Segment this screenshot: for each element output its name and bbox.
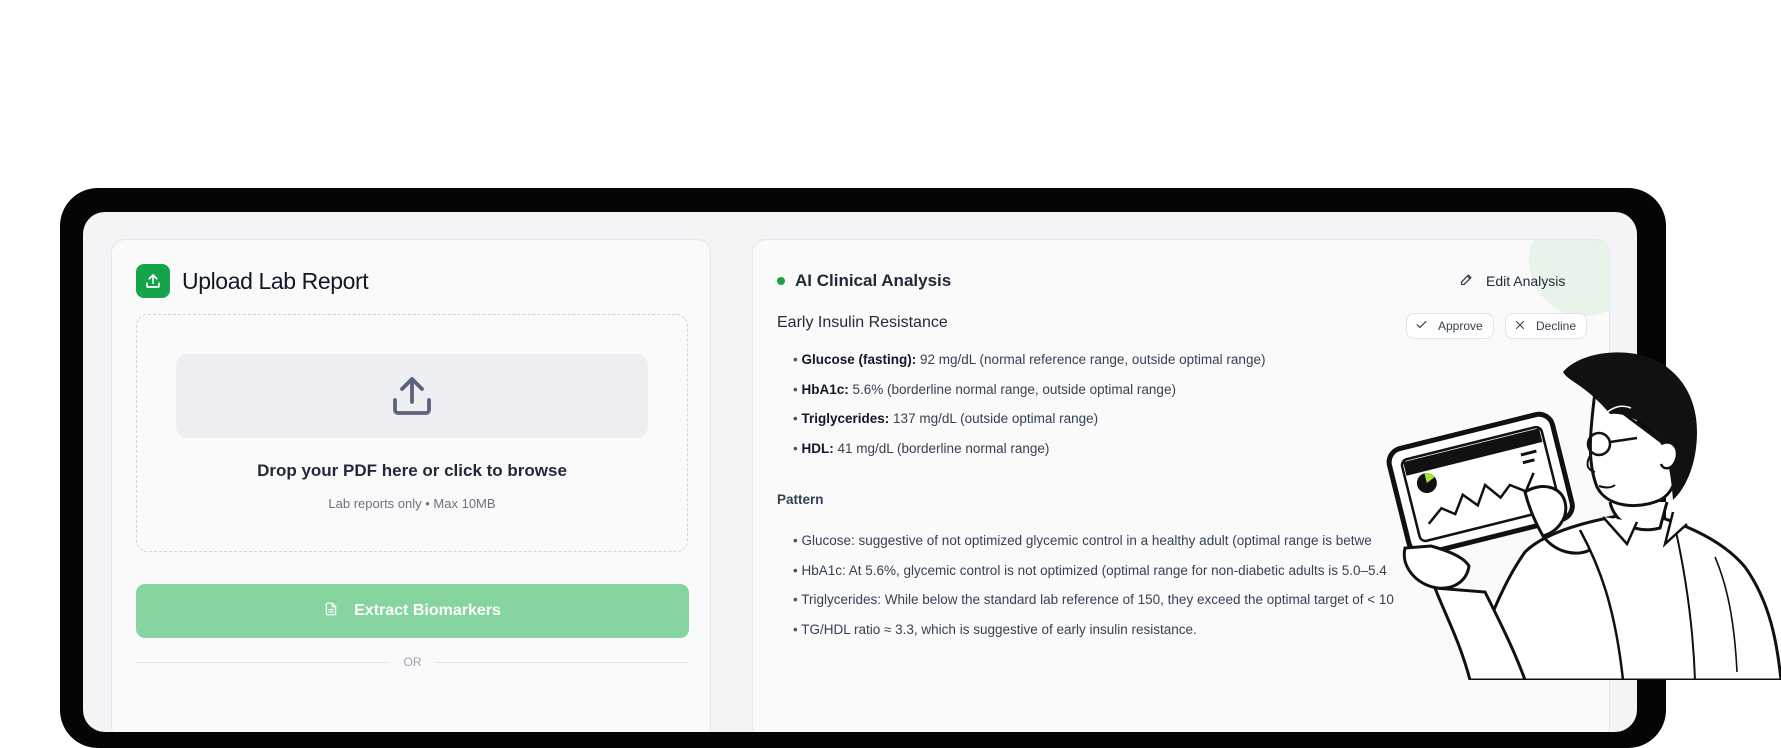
edit-analysis-button[interactable]: Edit Analysis (1453, 267, 1571, 295)
or-label: OR (403, 655, 422, 669)
or-divider: OR (136, 652, 689, 672)
doctor-with-tablet-illustration (1386, 352, 1781, 680)
pattern-heading: Pattern (777, 492, 824, 507)
dropzone-heading: Drop your PDF here or click to browse (257, 461, 567, 480)
analysis-title: AI Clinical Analysis (795, 271, 952, 290)
biomarker-value: 5.6% (borderline normal range, outside o… (852, 381, 1176, 397)
biomarker-item: Glucose (fasting): 92 mg/dL (normal refe… (793, 351, 1265, 381)
divider-line (136, 661, 390, 663)
biomarker-list: Glucose (fasting): 92 mg/dL (normal refe… (793, 351, 1265, 469)
biomarker-item: HbA1c: 5.6% (borderline normal range, ou… (793, 381, 1265, 411)
biomarker-value: 137 mg/dL (outside optimal range) (893, 411, 1099, 426)
divider-line (435, 661, 689, 663)
condition-title: Early Insulin Resistance (777, 314, 948, 331)
biomarker-value: 41 mg/dL (borderline normal range) (837, 440, 1050, 456)
dropzone-hint: Lab reports only • Max 10MB (328, 496, 496, 511)
document-icon (324, 601, 338, 622)
upload-card: Upload Lab Report Drop your PDF here or … (111, 239, 711, 732)
check-icon (1415, 318, 1428, 334)
approve-button[interactable]: Approve (1406, 313, 1494, 339)
biomarker-name: Triglycerides: (801, 411, 890, 426)
upload-icon (136, 264, 170, 298)
upload-tray-icon (176, 354, 648, 438)
biomarker-name: HbA1c: (801, 381, 849, 397)
biomarker-value: 92 mg/dL (normal reference range, outsid… (920, 352, 1266, 367)
x-icon (1514, 319, 1526, 334)
edit-analysis-label: Edit Analysis (1486, 273, 1566, 289)
pdf-dropzone[interactable]: Drop your PDF here or click to browse La… (136, 314, 688, 552)
status-dot (777, 277, 785, 285)
biomarker-item: HDL: 41 mg/dL (borderline normal range) (793, 440, 1265, 470)
pencil-icon (1459, 272, 1474, 290)
biomarker-name: Glucose (fasting): (801, 352, 917, 367)
upload-title: Upload Lab Report (182, 268, 369, 294)
biomarker-item: Triglycerides: 137 mg/dL (outside optima… (793, 410, 1265, 440)
decline-label: Decline (1536, 319, 1577, 333)
extract-biomarkers-button[interactable]: Extract Biomarkers (136, 584, 689, 638)
biomarker-name: HDL: (801, 440, 834, 456)
extract-button-label: Extract Biomarkers (354, 602, 501, 619)
approve-label: Approve (1438, 319, 1483, 333)
decline-button[interactable]: Decline (1505, 313, 1588, 339)
